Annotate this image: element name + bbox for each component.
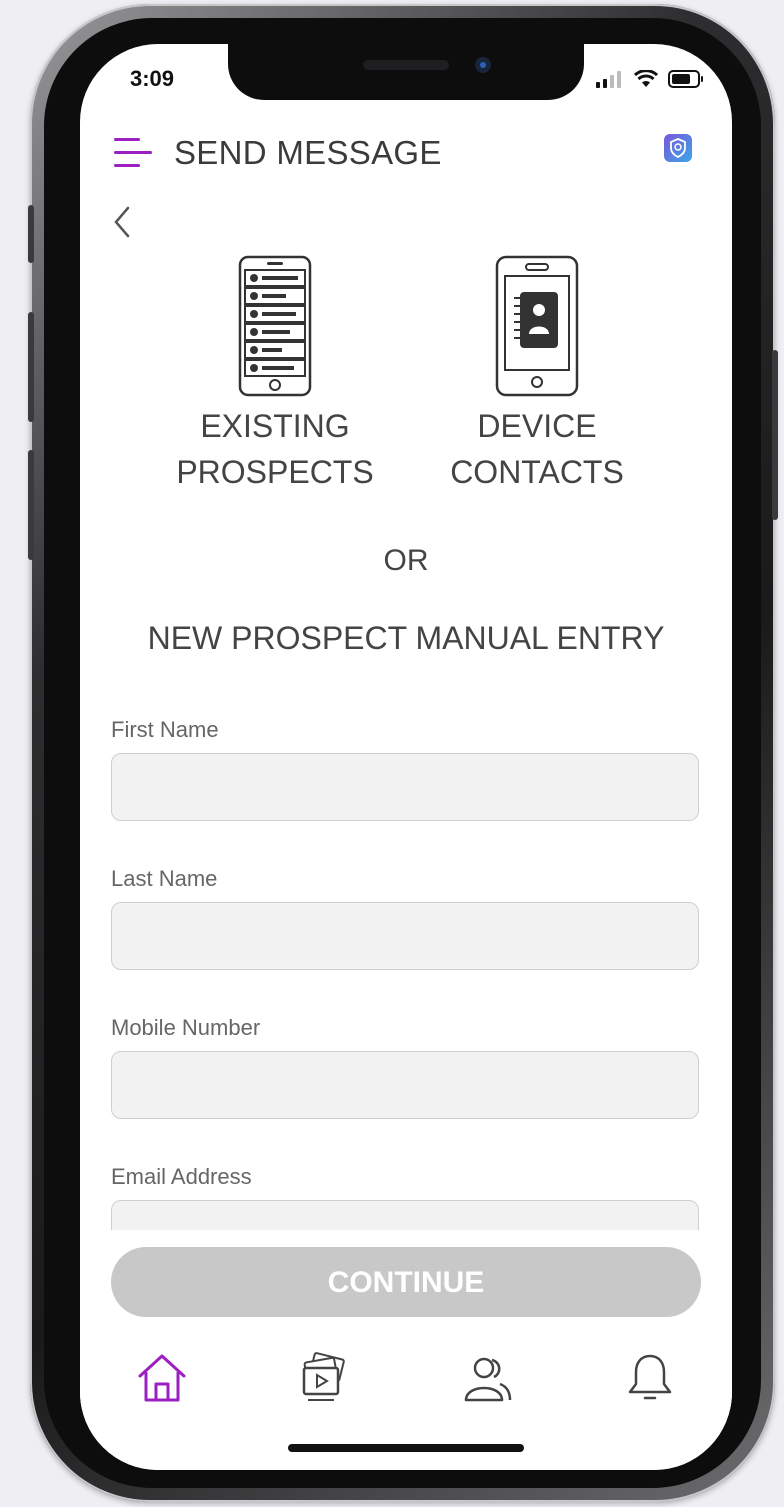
last-name-label: Last Name — [111, 866, 218, 891]
wifi-icon — [634, 70, 658, 87]
status-time: 3:09 — [130, 66, 175, 91]
signal-icon — [596, 71, 621, 88]
bell-icon[interactable] — [622, 1350, 678, 1406]
first-name-field[interactable] — [111, 753, 699, 821]
app-logo-icon[interactable] — [664, 134, 692, 162]
first-name-label: First Name — [111, 717, 219, 742]
existing-prospects-label-line1: EXISTING — [200, 408, 350, 444]
or-separator: OR — [383, 544, 429, 577]
app-screen: 3:09 SEND MESSAGE EXISTING PROSPECTS DEV… — [80, 44, 732, 1470]
mobile-number-field[interactable] — [111, 1051, 699, 1119]
last-name-field[interactable] — [111, 902, 699, 970]
device-contacts-option[interactable]: DEVICE CONTACTS — [442, 254, 632, 495]
prospect-list-phone-icon — [238, 255, 312, 397]
menu-icon[interactable] — [112, 136, 154, 170]
existing-prospects-option[interactable]: EXISTING PROSPECTS — [170, 254, 380, 495]
battery-icon — [668, 70, 703, 88]
existing-prospects-label-line2: PROSPECTS — [176, 454, 374, 490]
speaker — [363, 60, 449, 70]
status-icons — [596, 70, 704, 88]
shield-icon — [670, 138, 686, 159]
device-contacts-label-line1: DEVICE — [477, 408, 597, 444]
continue-button[interactable]: CONTINUE — [111, 1247, 701, 1317]
phone-side-button — [28, 450, 34, 560]
address-book-phone-icon — [495, 255, 579, 397]
page-title: SEND MESSAGE — [174, 134, 442, 171]
home-icon[interactable] — [134, 1350, 190, 1406]
people-icon[interactable] — [460, 1350, 516, 1406]
email-address-label: Email Address — [111, 1164, 252, 1189]
camera — [475, 57, 491, 73]
mobile-number-label: Mobile Number — [111, 1015, 261, 1040]
manual-entry-heading: NEW PROSPECT MANUAL ENTRY — [147, 620, 665, 656]
device-contacts-label-line2: CONTACTS — [450, 454, 624, 490]
notch — [228, 44, 584, 100]
phone-side-button — [28, 312, 34, 422]
home-indicator — [288, 1444, 524, 1452]
back-chevron-icon[interactable] — [110, 204, 134, 240]
media-icon[interactable] — [298, 1350, 354, 1406]
phone-side-button — [772, 350, 778, 520]
phone-side-button — [28, 205, 34, 263]
